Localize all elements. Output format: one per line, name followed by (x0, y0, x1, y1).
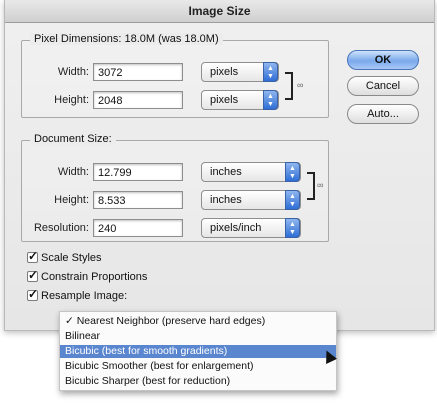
ok-button[interactable]: OK (347, 50, 419, 70)
updown-arrows-icon: ▲ ▼ (285, 162, 300, 182)
resample-image-label: Resample Image: (41, 290, 128, 302)
scale-styles-label: Scale Styles (41, 252, 102, 264)
menu-item-nearest-neighbor[interactable]: ✓ Nearest Neighbor (preserve hard edges) (60, 315, 336, 328)
pixel-width-unit-select[interactable]: pixels ▲ ▼ (201, 62, 279, 82)
cancel-button[interactable]: Cancel (347, 76, 419, 96)
doc-width-label: Width: (57, 166, 89, 178)
menu-item-bicubic[interactable]: Bicubic (best for smooth gradients) (60, 345, 336, 358)
doc-constrain-bracket (307, 172, 315, 200)
pixel-width-label: Width: (57, 66, 89, 78)
doc-height-input[interactable]: 8.533 (93, 191, 183, 209)
image-size-dialog: Image Size Pixel Dimensions: 18.0M (was … (4, 0, 435, 331)
auto-button[interactable]: Auto... (347, 104, 419, 124)
constrain-proportions-label: Constrain Proportions (41, 271, 148, 283)
link-icon: ∞ (317, 180, 324, 190)
document-size-title: Document Size: (30, 133, 116, 145)
updown-arrows-icon: ▲ ▼ (263, 90, 278, 110)
updown-arrows-icon: ▲ ▼ (285, 190, 300, 210)
menu-item-bicubic-sharper[interactable]: Bicubic Sharper (best for reduction) (60, 375, 336, 388)
resolution-input[interactable]: 240 (93, 219, 183, 237)
resolution-unit-select[interactable]: pixels/inch ▲ ▼ (201, 218, 301, 238)
pixel-height-unit-select[interactable]: pixels ▲ ▼ (201, 90, 279, 110)
checkmark-icon: ✓ (27, 287, 39, 301)
link-icon: ∞ (297, 80, 304, 90)
resample-image-checkbox[interactable]: ✓ Resample Image: (27, 287, 128, 302)
doc-height-unit-value: inches (210, 194, 242, 206)
updown-arrows-icon: ▲ ▼ (285, 218, 300, 238)
doc-width-unit-select[interactable]: inches ▲ ▼ (201, 162, 301, 182)
resolution-unit-value: pixels/inch (210, 222, 262, 234)
checkmark-icon: ✓ (27, 249, 39, 263)
pixel-dimensions-title: Pixel Dimensions: 18.0M (was 18.0M) (30, 33, 223, 45)
menu-item-bicubic-smoother[interactable]: Bicubic Smoother (best for enlargement) (60, 360, 336, 373)
scale-styles-checkbox[interactable]: ✓ Scale Styles (27, 249, 102, 264)
doc-height-label: Height: (54, 194, 89, 206)
pixel-height-input[interactable]: 2048 (93, 91, 183, 109)
menu-item-bilinear[interactable]: Bilinear (60, 330, 336, 343)
doc-width-unit-value: inches (210, 166, 242, 178)
pixel-width-unit-value: pixels (210, 66, 239, 78)
dialog-title: Image Size (5, 0, 434, 23)
constrain-bracket (285, 72, 293, 100)
updown-arrows-icon: ▲ ▼ (263, 62, 278, 82)
pixel-height-unit-value: pixels (210, 94, 239, 106)
resolution-label: Resolution: (33, 222, 89, 234)
doc-width-input[interactable]: 12.799 (93, 163, 183, 181)
checkmark-icon: ✓ (27, 268, 39, 282)
doc-height-unit-select[interactable]: inches ▲ ▼ (201, 190, 301, 210)
resample-method-menu: ✓ Nearest Neighbor (preserve hard edges)… (59, 311, 337, 391)
pixel-width-input[interactable]: 3072 (93, 63, 183, 81)
pixel-height-label: Height: (54, 94, 89, 106)
constrain-proportions-checkbox[interactable]: ✓ Constrain Proportions (27, 268, 148, 283)
